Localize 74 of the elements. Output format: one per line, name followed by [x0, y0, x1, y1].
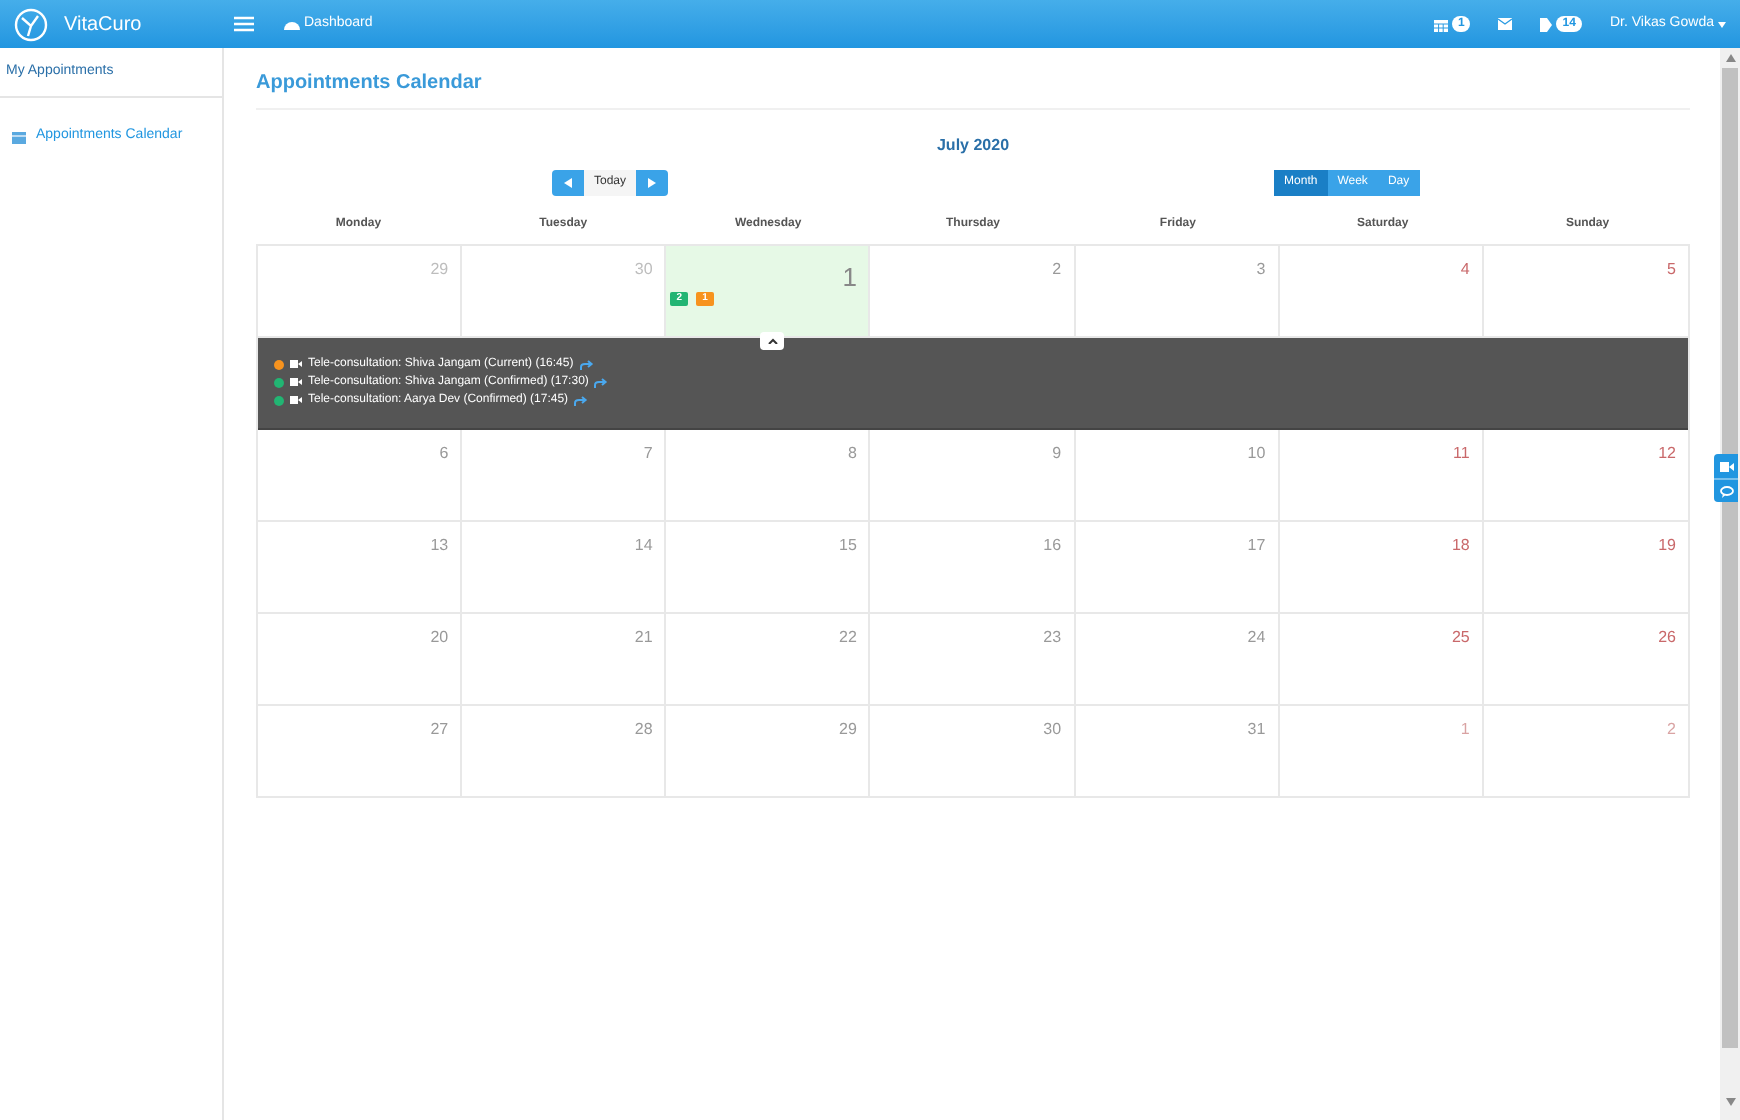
day-cell[interactable]: 24 — [1075, 614, 1280, 704]
logo-icon — [14, 7, 48, 41]
day-cell[interactable]: 18 — [1279, 522, 1484, 612]
video-camera-icon — [1719, 461, 1733, 471]
video-camera-icon — [290, 396, 302, 404]
day-number: 26 — [1658, 626, 1676, 650]
day-number: 14 — [634, 534, 653, 558]
day-cell[interactable]: 17 — [1075, 522, 1280, 612]
chat-icon — [1719, 485, 1733, 497]
day-number: 30 — [634, 258, 653, 282]
day-number: 22 — [839, 626, 857, 650]
day-number: 3 — [1256, 258, 1266, 282]
day-number: 1 — [842, 260, 857, 296]
day-cell[interactable]: 3 — [1075, 246, 1280, 336]
day-number: 15 — [839, 534, 857, 558]
left-arrow-icon — [564, 177, 572, 187]
day-number: 10 — [1247, 442, 1266, 466]
day-number: 6 — [439, 442, 449, 466]
day-cell[interactable]: 25 — [1279, 614, 1484, 704]
day-number: 9 — [1052, 442, 1062, 466]
scroll-up-icon[interactable] — [1725, 54, 1735, 62]
collapse-button[interactable] — [760, 332, 784, 350]
page-title: Appointments Calendar — [256, 48, 1690, 110]
day-number: 19 — [1658, 534, 1676, 558]
previous-button[interactable] — [552, 169, 584, 195]
calendar-icon — [12, 129, 26, 143]
mail-icon[interactable] — [1498, 18, 1513, 30]
day-number: 30 — [1043, 718, 1062, 742]
day-number: 18 — [1451, 534, 1470, 558]
menu-icon[interactable] — [234, 16, 254, 32]
day-number: 21 — [634, 626, 653, 650]
day-number: 11 — [1453, 442, 1470, 466]
day-number: 13 — [430, 534, 449, 558]
day-number: 5 — [1667, 258, 1676, 282]
day-number: 20 — [430, 626, 449, 650]
day-cell[interactable]: 31 — [1075, 706, 1280, 796]
chevron-up-icon — [767, 338, 777, 344]
gauge-icon — [284, 18, 300, 30]
day-number: 1 — [1460, 718, 1470, 742]
day-cell[interactable]: 11 — [1279, 430, 1484, 520]
chat-button[interactable] — [1714, 478, 1738, 502]
video-call-button[interactable] — [1714, 454, 1738, 478]
right-arrow-icon — [648, 177, 657, 187]
day-number: 29 — [839, 718, 857, 742]
day-number: 29 — [430, 258, 449, 282]
day-number: 16 — [1043, 534, 1062, 558]
day-number: 2 — [1667, 718, 1676, 742]
calendar-icon[interactable] — [1433, 17, 1448, 31]
video-camera-icon — [290, 378, 302, 386]
day-number: 4 — [1460, 258, 1470, 282]
brand-name[interactable]: VitaCuro — [64, 9, 142, 39]
day-number: 2 — [1052, 258, 1062, 282]
day-number: 28 — [634, 718, 653, 742]
day-number: 25 — [1451, 626, 1470, 650]
scroll-down-icon[interactable] — [1725, 1098, 1735, 1106]
video-camera-icon — [290, 360, 302, 368]
day-number: 17 — [1247, 534, 1266, 558]
month-title: July 2020 — [934, 134, 1012, 158]
day-number: 24 — [1247, 626, 1266, 650]
day-cell[interactable]: 10 — [1075, 430, 1280, 520]
share-arrow-icon[interactable] — [574, 395, 589, 405]
day-number: 23 — [1043, 626, 1062, 650]
scrollbar-thumb[interactable] — [1722, 68, 1738, 1048]
caret-icon — [1718, 21, 1726, 27]
day-number: 12 — [1658, 442, 1676, 466]
day-cell[interactable]: 1 — [1279, 706, 1484, 796]
day-cell[interactable]: 4 — [1279, 246, 1484, 336]
share-arrow-icon[interactable] — [579, 359, 594, 369]
day-number: 7 — [643, 442, 653, 466]
next-button[interactable] — [636, 169, 669, 195]
day-number: 31 — [1247, 718, 1266, 742]
share-arrow-icon[interactable] — [594, 377, 609, 387]
day-number: 8 — [847, 442, 857, 466]
day-number: 27 — [430, 718, 449, 742]
